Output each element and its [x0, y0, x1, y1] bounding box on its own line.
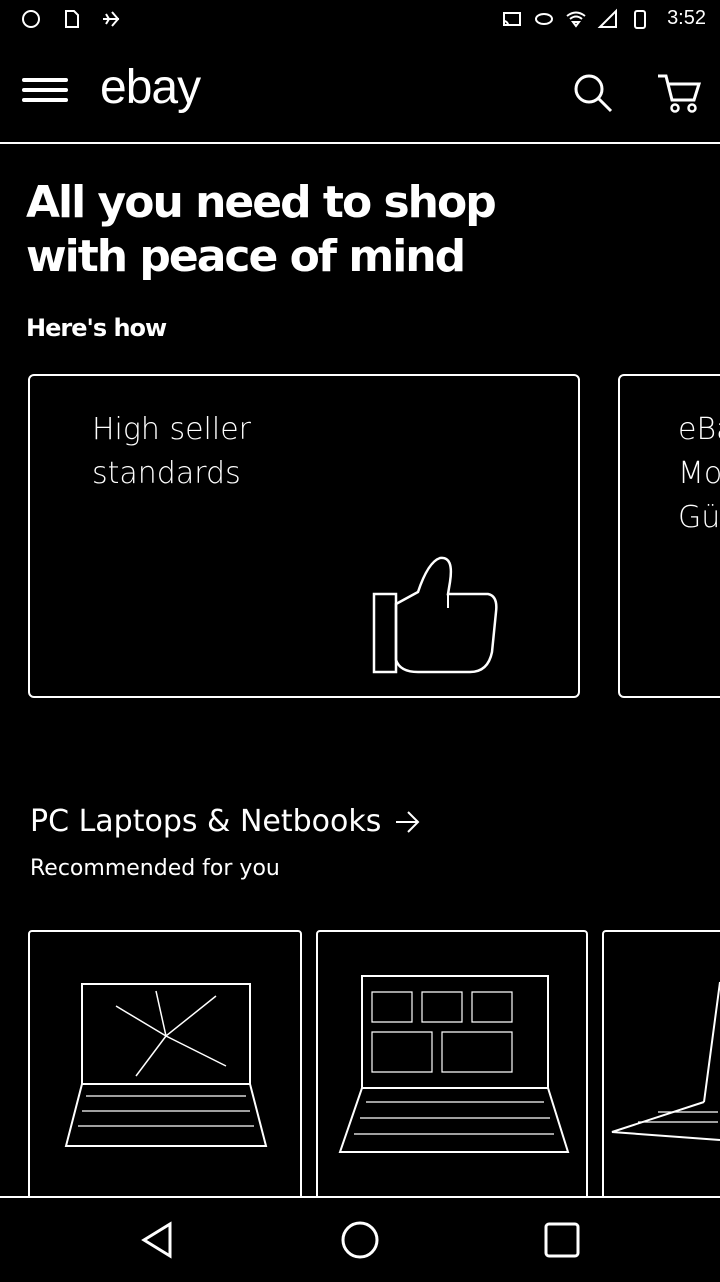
- airplane-icon: [103, 11, 120, 27]
- laptop-icon: [64, 983, 268, 1147]
- card-text-line: Gü: [678, 500, 720, 535]
- header-divider: [0, 142, 720, 144]
- product-card[interactable]: [602, 930, 720, 1200]
- section-title[interactable]: PC Laptops & Netbooks: [30, 804, 423, 839]
- section-subtitle: Recommended for you: [30, 856, 280, 881]
- card-text-line: Mo: [678, 456, 720, 491]
- app-bar: ebay: [0, 50, 720, 136]
- data-icon: [535, 12, 554, 25]
- section-title-text: PC Laptops & Netbooks: [30, 804, 382, 839]
- signal-icon: [597, 8, 618, 28]
- recents-icon[interactable]: [540, 1218, 584, 1262]
- wifi-icon: [566, 11, 586, 28]
- system-nav-bar: [0, 1196, 720, 1282]
- heres-how-link[interactable]: Here's how: [26, 314, 167, 342]
- laptop-icon: [611, 981, 720, 1141]
- laptop-icon: [338, 975, 570, 1153]
- notification-circle-icon: [22, 10, 40, 28]
- card-text: High seller standards: [92, 408, 251, 496]
- arrow-right-icon: [396, 810, 420, 833]
- hero-title: All you need to shop with peace of mind: [26, 177, 497, 282]
- ebay-guarantee-card[interactable]: eBa Mo Gü: [618, 374, 720, 698]
- status-bar: 3:52: [0, 0, 720, 42]
- home-icon[interactable]: [338, 1218, 382, 1262]
- product-card[interactable]: [316, 930, 588, 1200]
- menu-icon[interactable]: [22, 72, 68, 112]
- product-card[interactable]: [28, 930, 302, 1200]
- card-text-line: High seller: [92, 412, 251, 447]
- thumbs-up-icon: [372, 556, 498, 674]
- battery-icon: [634, 9, 647, 29]
- seller-standards-card[interactable]: High seller standards: [28, 374, 580, 698]
- ebay-logo[interactable]: ebay: [100, 60, 201, 115]
- back-icon[interactable]: [136, 1218, 180, 1262]
- card-text: eBa Mo Gü: [678, 408, 720, 540]
- sim-icon: [65, 10, 79, 28]
- status-time: 3:52: [667, 7, 706, 29]
- cast-icon: [503, 11, 522, 26]
- cart-icon[interactable]: [654, 68, 704, 118]
- search-icon[interactable]: [570, 70, 616, 116]
- card-text-line: standards: [92, 456, 241, 491]
- card-text-line: eBa: [678, 412, 720, 447]
